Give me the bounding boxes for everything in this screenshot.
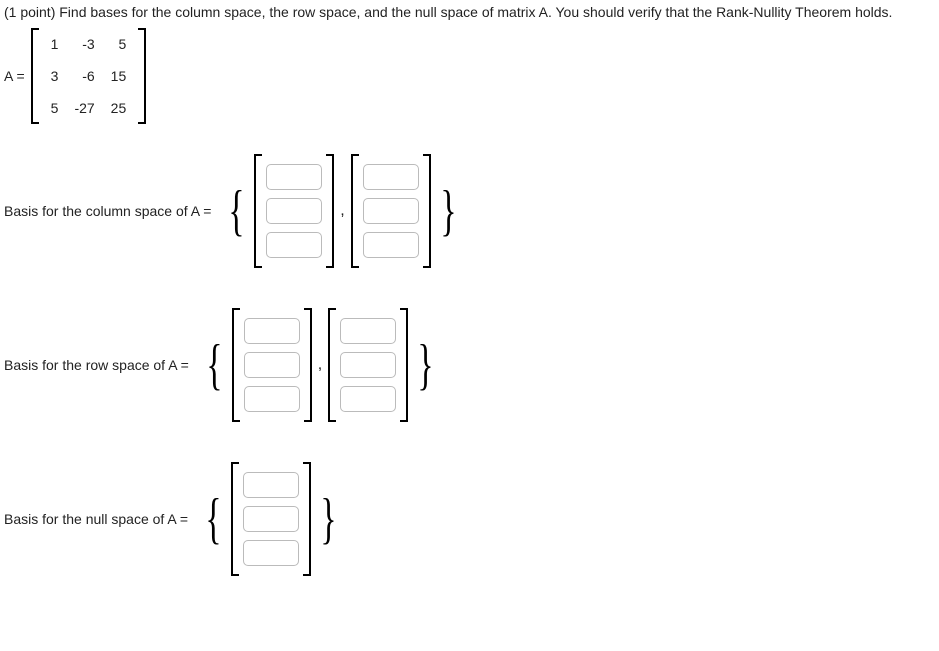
row-v1-entry-1[interactable] bbox=[244, 318, 300, 344]
col-v1-entry-2[interactable] bbox=[266, 198, 322, 224]
brace-open-icon: { bbox=[204, 337, 225, 393]
row-space-row: Basis for the row space of A = { , } bbox=[4, 308, 935, 422]
col-v1-entry-3[interactable] bbox=[266, 232, 322, 258]
row-v2-entry-3[interactable] bbox=[340, 386, 396, 412]
comma: , bbox=[312, 356, 328, 374]
matrix-cell: -3 bbox=[66, 28, 102, 60]
matrix-cell: 3 bbox=[43, 60, 67, 92]
matrix-cell: 1 bbox=[43, 28, 67, 60]
col-v2-entry-1[interactable] bbox=[363, 164, 419, 190]
column-space-label: Basis for the column space of A = bbox=[4, 203, 219, 219]
brace-close-icon: } bbox=[438, 183, 459, 239]
matrix-cell: 5 bbox=[43, 92, 67, 124]
question-text: (1 point) Find bases for the column spac… bbox=[4, 4, 935, 20]
brace-close-icon: } bbox=[318, 491, 339, 547]
row-basis-vector-1 bbox=[232, 308, 312, 422]
column-space-row: Basis for the column space of A = { , } bbox=[4, 154, 935, 268]
col-v1-entry-1[interactable] bbox=[266, 164, 322, 190]
brace-open-icon: { bbox=[226, 183, 247, 239]
matrix-label: A = bbox=[4, 68, 25, 84]
matrix-cell: -6 bbox=[66, 60, 102, 92]
row-v2-entry-1[interactable] bbox=[340, 318, 396, 344]
brace-close-icon: } bbox=[415, 337, 436, 393]
null-space-label: Basis for the null space of A = bbox=[4, 511, 196, 527]
col-basis-vector-2 bbox=[351, 154, 431, 268]
matrix-a: 1 -3 5 3 -6 15 5 -27 25 bbox=[31, 28, 147, 124]
null-basis-vector-1 bbox=[231, 462, 311, 576]
row-v1-entry-3[interactable] bbox=[244, 386, 300, 412]
row-v2-entry-2[interactable] bbox=[340, 352, 396, 378]
comma: , bbox=[334, 202, 350, 220]
matrix-cell: 5 bbox=[103, 28, 135, 60]
matrix-cell: 25 bbox=[103, 92, 135, 124]
matrix-definition: A = 1 -3 5 3 -6 15 5 -27 25 bbox=[4, 28, 935, 124]
col-v2-entry-3[interactable] bbox=[363, 232, 419, 258]
row-v1-entry-2[interactable] bbox=[244, 352, 300, 378]
null-v1-entry-3[interactable] bbox=[243, 540, 299, 566]
row-space-label: Basis for the row space of A = bbox=[4, 357, 197, 373]
col-basis-vector-1 bbox=[254, 154, 334, 268]
row-basis-vector-2 bbox=[328, 308, 408, 422]
null-space-row: Basis for the null space of A = { } bbox=[4, 462, 935, 576]
null-v1-entry-2[interactable] bbox=[243, 506, 299, 532]
col-v2-entry-2[interactable] bbox=[363, 198, 419, 224]
matrix-cell: -27 bbox=[66, 92, 102, 124]
brace-open-icon: { bbox=[203, 491, 224, 547]
null-v1-entry-1[interactable] bbox=[243, 472, 299, 498]
matrix-cell: 15 bbox=[103, 60, 135, 92]
